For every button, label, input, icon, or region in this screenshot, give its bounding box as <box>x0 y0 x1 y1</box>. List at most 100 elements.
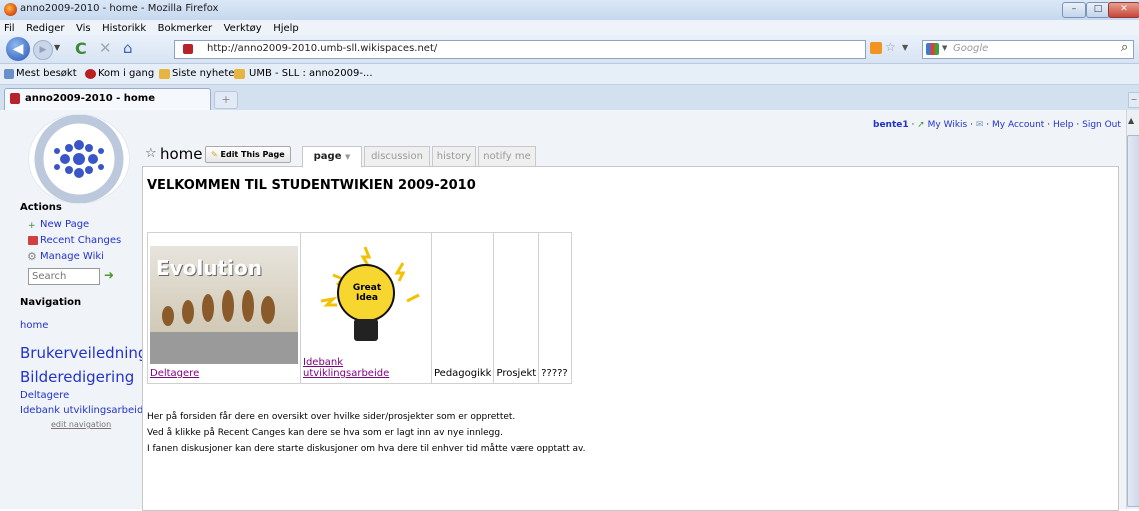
sign-out-link[interactable]: Sign Out <box>1082 120 1121 130</box>
tab-notify-me[interactable]: notify me <box>478 146 536 168</box>
my-wikis-icon: ➚ <box>917 120 925 130</box>
user-link[interactable]: bente1 <box>873 120 909 130</box>
bookmarks-toolbar: Mest besøkt Kom i gang Siste nyheter UMB… <box>0 64 1139 85</box>
table-cell-pedagogikk: Pedagogikk <box>430 232 495 384</box>
dropdown-icon[interactable]: ▼ <box>902 43 908 52</box>
scrollbar-thumb[interactable] <box>1127 135 1139 507</box>
new-tab-button[interactable]: + <box>214 91 238 109</box>
pencil-icon: ✎ <box>211 150 218 159</box>
intro-line-2: Ved å klikke på Recent Canges kan dere s… <box>147 428 503 438</box>
rss-icon[interactable] <box>870 42 882 54</box>
favorite-star-icon[interactable]: ☆ <box>145 146 157 161</box>
recent-changes-link[interactable]: Recent Changes <box>40 235 121 246</box>
search-engine-dropdown[interactable]: ▼ <box>942 44 947 52</box>
scroll-up-icon[interactable]: ▲ <box>1128 116 1134 125</box>
separator: · <box>911 120 915 130</box>
minimize-button[interactable]: – <box>1062 2 1086 18</box>
navigation-heading: Navigation <box>20 297 82 308</box>
search-arrow-icon[interactable]: ➜ <box>104 268 114 282</box>
intro-line-1: Her på forsiden får dere en oversikt ove… <box>147 412 516 422</box>
folder-icon <box>234 69 245 79</box>
table-cell-deltagere: Evolution Deltagere <box>147 232 301 384</box>
menu-rediger[interactable]: Rediger <box>26 23 64 34</box>
news-feed-icon <box>159 69 170 79</box>
new-page-link[interactable]: New Page <box>40 219 89 230</box>
nav-brukerveiledning-link[interactable]: Brukerveiledning <box>20 344 147 362</box>
search-go-icon[interactable]: ⌕ <box>1121 40 1128 55</box>
address-bar[interactable]: http://anno2009-2010.umb-sll.wikispaces.… <box>174 40 866 59</box>
tab-discussion[interactable]: discussion <box>364 146 430 168</box>
nav-idebank-link[interactable]: Idebank utviklingsarbeide <box>20 405 149 416</box>
firefox-icon <box>4 3 17 16</box>
most-visited-icon <box>4 69 14 79</box>
page-title: home <box>160 145 203 163</box>
bookmark-umb-sll[interactable]: UMB - SLL : anno2009-... <box>249 68 373 79</box>
user-nav: bente1 · ➚ My Wikis · ✉ · My Account · H… <box>873 120 1121 130</box>
manage-wiki-link[interactable]: Manage Wiki <box>40 251 104 262</box>
list-tabs-icon[interactable]: − <box>1128 92 1139 108</box>
deltagere-link[interactable]: Deltagere <box>148 366 300 383</box>
edit-navigation-link[interactable]: edit navigation <box>51 420 111 429</box>
bookmark-get-started[interactable]: Kom i gang <box>98 68 154 79</box>
menu-bokmerker[interactable]: Bokmerker <box>158 23 212 34</box>
menu-verktoy[interactable]: Verktøy <box>224 23 262 34</box>
tab-page-label: page <box>313 151 342 162</box>
nav-bilderedigering-link[interactable]: Bilderedigering <box>20 368 134 386</box>
window-titlebar: anno2009-2010 - home - Mozilla Firefox –… <box>0 0 1139 21</box>
wiki-logo <box>28 114 130 204</box>
menu-vis[interactable]: Vis <box>76 23 91 34</box>
bookmark-star-icon[interactable]: ☆ <box>885 40 896 54</box>
home-icon[interactable]: ⌂ <box>123 39 133 57</box>
site-favicon <box>183 44 193 54</box>
maximize-button[interactable]: □ <box>1086 2 1110 18</box>
idebank-link[interactable]: Idebank utviklingsarbeide <box>301 355 431 383</box>
logo-emblem-icon <box>34 114 124 204</box>
great-idea-image: Great Idea <box>303 235 429 353</box>
bookmark-latest-news[interactable]: Siste nyheter <box>172 68 239 79</box>
url-text: http://anno2009-2010.umb-sll.wikispaces.… <box>207 43 438 54</box>
sidebar-search-input[interactable] <box>28 268 100 285</box>
bookmark-most-visited[interactable]: Mest besøkt <box>16 68 77 79</box>
table-cell-unknown: ????? <box>538 232 573 384</box>
my-wikis-link[interactable]: My Wikis <box>928 120 968 130</box>
stop-icon[interactable]: ✕ <box>99 39 112 57</box>
close-button[interactable]: ✕ <box>1108 2 1139 18</box>
nav-deltagere-link[interactable]: Deltagere <box>20 390 69 401</box>
separator: · <box>1076 120 1080 130</box>
tab-anno-home[interactable]: anno2009-2010 - home <box>4 88 211 110</box>
mail-icon: ✉ <box>975 120 984 130</box>
edit-this-page-button[interactable]: ✎ Edit This Page <box>205 146 291 163</box>
table-cell-idebank: Great Idea Idebank utviklingsarbeide <box>300 232 432 384</box>
search-placeholder: Google <box>953 43 989 54</box>
tab-history[interactable]: history <box>432 146 476 168</box>
nav-home-link[interactable]: home <box>20 320 48 331</box>
separator: · <box>970 120 973 130</box>
menu-hjelp[interactable]: Hjelp <box>273 23 299 34</box>
content-table: Evolution Deltagere Great Idea Idebank u… <box>147 232 573 384</box>
new-page-icon: + <box>28 221 36 231</box>
window-title: anno2009-2010 - home - Mozilla Firefox <box>20 3 219 14</box>
tab-title: anno2009-2010 - home <box>25 93 155 104</box>
menu-fil[interactable]: Fil <box>4 23 15 34</box>
tab-page[interactable]: page ▼ <box>302 146 362 168</box>
manage-wiki-icon: ⚙ <box>27 250 37 263</box>
evolution-image: Evolution <box>150 246 298 364</box>
menu-historikk[interactable]: Historikk <box>102 23 146 34</box>
get-started-icon <box>85 69 96 79</box>
history-dropdown-icon[interactable]: ▼ <box>54 43 60 52</box>
reload-icon[interactable]: C <box>75 39 87 58</box>
back-icon[interactable]: ◀ <box>6 37 30 61</box>
help-link[interactable]: Help <box>1053 120 1074 130</box>
search-box[interactable]: ▼ Google <box>922 40 1134 59</box>
actions-heading: Actions <box>20 202 62 213</box>
evolution-figures-icon <box>150 290 298 364</box>
page-heading: VELKOMMEN TIL STUDENTWIKIEN 2009-2010 <box>147 178 476 193</box>
forward-icon[interactable]: ▶ <box>33 40 53 60</box>
great-idea-text: Great Idea <box>352 283 382 303</box>
menubar: Fil Rediger Vis Historikk Bokmerker Verk… <box>0 20 1139 35</box>
table-cell-prosjekt: Prosjekt <box>493 232 540 384</box>
tab-page-dropdown-icon: ▼ <box>344 153 351 161</box>
tab-favicon <box>10 93 20 104</box>
my-account-link[interactable]: My Account <box>992 120 1044 130</box>
intro-line-3: I fanen diskusjoner kan dere starte disk… <box>147 444 586 454</box>
